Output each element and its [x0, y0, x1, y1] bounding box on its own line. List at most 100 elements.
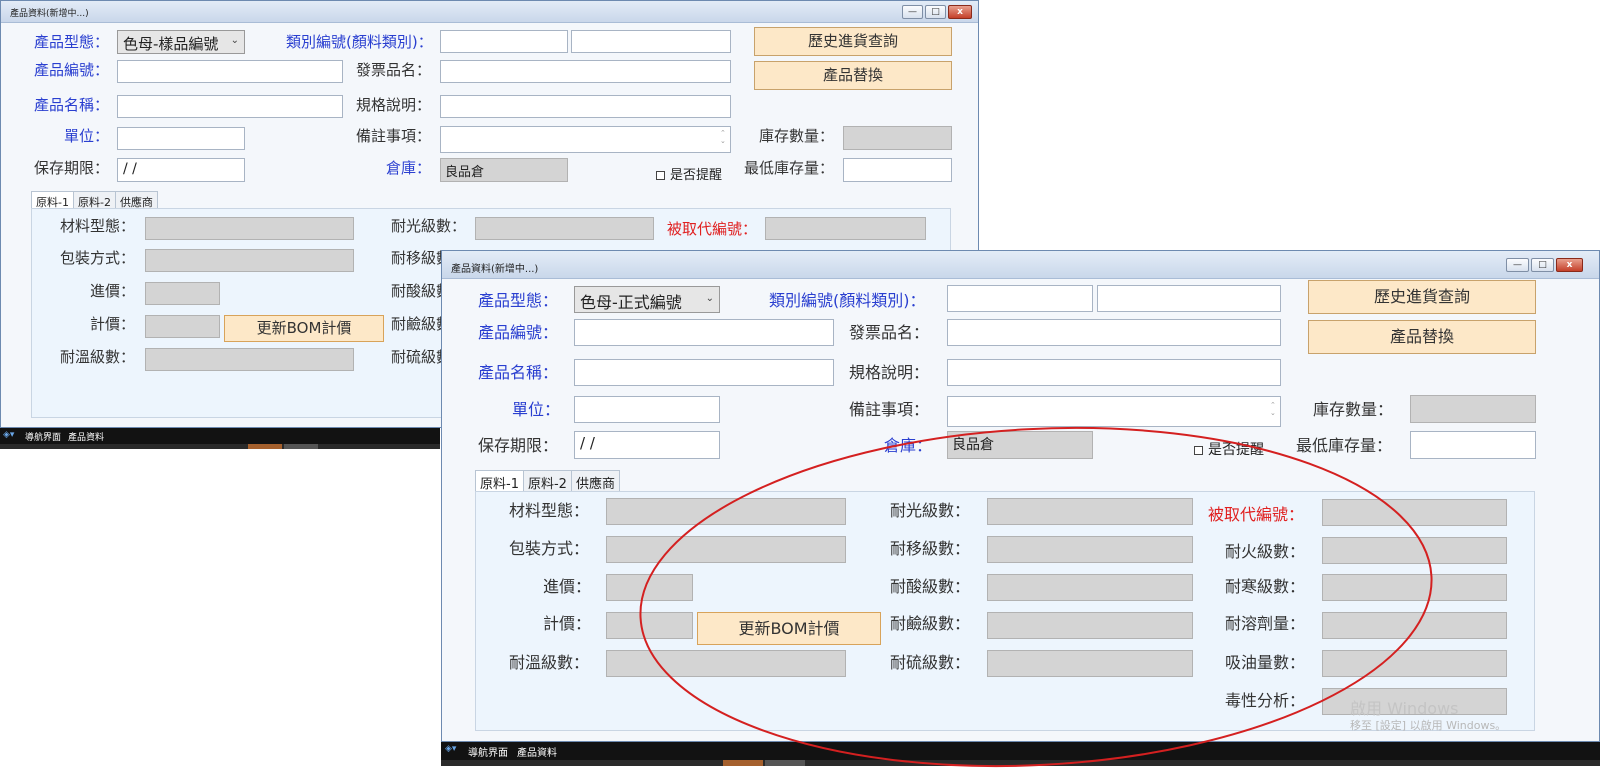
sulfur-field: [987, 650, 1193, 677]
material-type-field: [606, 498, 846, 525]
acid-field: [987, 574, 1193, 601]
label-product-code: 產品編號：: [478, 323, 559, 342]
window-title: 產品資料(新增中...): [451, 264, 539, 275]
shelf-life-input[interactable]: / /: [117, 158, 245, 182]
start-icon[interactable]: ◈▾: [445, 744, 456, 754]
product-replace-button[interactable]: 產品替換: [754, 61, 952, 90]
spec-input[interactable]: [440, 95, 731, 118]
min-stock-input[interactable]: [843, 158, 952, 182]
label-warehouse: 倉庫：: [386, 159, 432, 177]
cold-field: [1322, 574, 1507, 601]
label-replaced-code: 被取代編號：: [1208, 505, 1305, 524]
back-taskbar-strip: [0, 444, 440, 449]
taskbar-segment: [723, 760, 763, 766]
category-code-input-2[interactable]: [571, 30, 731, 53]
restore-button[interactable]: □: [1531, 258, 1554, 272]
taskbar-segment: [248, 444, 282, 449]
remarks-textarea[interactable]: ⌃ ⌄: [440, 126, 731, 153]
label-purchase-price: 進價：: [543, 577, 592, 596]
migration-field: [987, 536, 1193, 563]
label-category-code: 類別編號(顏料類別)：: [769, 291, 926, 310]
remarks-textarea[interactable]: ⌃ ⌄: [947, 396, 1281, 427]
front-taskbar-strip: [441, 760, 1600, 766]
front-window: 產品資料(新增中...) — □ x 產品型態： 色母-正式編號 ⌄ 類別編號(…: [441, 250, 1600, 742]
solvent-field: [1322, 612, 1507, 639]
label-cold: 耐寒級數：: [1225, 577, 1306, 596]
label-migration: 耐移級數：: [890, 539, 971, 558]
unit-input[interactable]: [574, 396, 720, 423]
label-shelf-life: 保存期限：: [34, 159, 110, 177]
taskbar-nav[interactable]: 導航界面: [25, 430, 61, 443]
label-category-code: 類別編號(顏料類別)：: [286, 33, 433, 51]
invoice-name-input[interactable]: [440, 60, 731, 83]
product-name-input[interactable]: [117, 95, 343, 118]
back-window-titlebar[interactable]: 產品資料(新增中...) — □ x: [1, 1, 978, 23]
front-window-titlebar[interactable]: 產品資料(新增中...) — □ x: [442, 251, 1599, 279]
label-stock-qty: 庫存數量：: [759, 127, 835, 145]
label-purchase-price: 進價：: [90, 282, 136, 300]
min-stock-input[interactable]: [1410, 431, 1536, 459]
label-heat: 耐溫級數：: [60, 348, 136, 366]
reminder-checkbox[interactable]: 是否提醒: [1194, 439, 1264, 459]
purchase-price-field: [606, 574, 693, 601]
history-query-button[interactable]: 歷史進貨查詢: [754, 27, 952, 56]
label-remarks: 備註事項：: [356, 127, 432, 145]
unit-input[interactable]: [117, 127, 245, 150]
taskbar-product[interactable]: 產品資料: [68, 430, 104, 443]
window-title: 產品資料(新增中...): [10, 9, 89, 19]
product-code-input[interactable]: [574, 319, 834, 346]
pricing-field: [606, 612, 693, 639]
minimize-button[interactable]: —: [1506, 258, 1529, 272]
taskbar-nav[interactable]: 導航界面: [468, 744, 508, 759]
close-button[interactable]: x: [1556, 258, 1583, 272]
chevron-down-icon: ⌄: [230, 35, 239, 46]
label-replaced-code: 被取代編號：: [667, 220, 758, 238]
checkbox-icon: [656, 171, 665, 180]
replaced-code-field: [1322, 499, 1507, 526]
label-light-fastness: 耐光級數：: [890, 501, 971, 520]
label-packaging: 包裝方式：: [60, 249, 136, 267]
shelf-life-input[interactable]: / /: [574, 431, 720, 459]
label-acid: 耐酸級數：: [890, 577, 971, 596]
label-product-name: 產品名稱：: [478, 363, 559, 382]
category-code-input-2[interactable]: [1097, 285, 1281, 312]
spec-input[interactable]: [947, 359, 1281, 386]
start-icon[interactable]: ◈▾: [3, 430, 14, 440]
label-material-type: 材料型態：: [60, 217, 136, 235]
product-type-value: 色母-正式編號: [580, 293, 682, 312]
label-heat: 耐溫級數：: [509, 653, 590, 672]
close-button[interactable]: x: [948, 5, 972, 19]
reminder-checkbox[interactable]: 是否提醒: [656, 164, 722, 183]
product-type-select[interactable]: 色母-正式編號 ⌄: [574, 286, 720, 313]
minimize-button[interactable]: —: [902, 5, 923, 19]
product-code-input[interactable]: [117, 60, 343, 83]
label-packaging: 包裝方式：: [509, 539, 590, 558]
invoice-name-input[interactable]: [947, 319, 1281, 346]
category-code-input-1[interactable]: [947, 285, 1093, 312]
product-name-input[interactable]: [574, 359, 834, 386]
label-pricing: 計價：: [543, 614, 592, 633]
oil-absorption-field: [1322, 650, 1507, 677]
taskbar-product[interactable]: 產品資料: [517, 744, 557, 759]
stock-qty-field: [843, 126, 952, 150]
product-type-select[interactable]: 色母-樣品編號 ⌄: [117, 30, 245, 54]
front-taskbar: ◈▾ 導航界面 產品資料: [441, 742, 1600, 760]
taskbar-segment: [284, 444, 318, 449]
category-code-input-1[interactable]: [440, 30, 568, 53]
scroll-arrows-icon[interactable]: ⌃ ⌄: [720, 129, 728, 145]
label-sulfur: 耐硫級數：: [890, 653, 971, 672]
checkbox-icon: [1194, 446, 1203, 455]
label-fire: 耐火級數：: [1225, 542, 1306, 561]
update-bom-button[interactable]: 更新BOM計價: [224, 315, 384, 342]
label-light-fastness: 耐光級數：: [391, 217, 467, 235]
history-query-button[interactable]: 歷史進貨查詢: [1308, 280, 1536, 314]
restore-button[interactable]: □: [925, 5, 946, 19]
heat-field: [145, 348, 354, 371]
product-replace-button[interactable]: 產品替換: [1308, 320, 1536, 354]
label-product-type: 產品型態：: [34, 33, 110, 51]
update-bom-button[interactable]: 更新BOM計價: [697, 612, 881, 645]
label-product-code: 產品編號：: [34, 61, 110, 79]
scroll-arrows-icon[interactable]: ⌃ ⌄: [1270, 401, 1278, 417]
label-pricing: 計價：: [90, 315, 136, 333]
label-min-stock: 最低庫存量：: [744, 159, 835, 177]
